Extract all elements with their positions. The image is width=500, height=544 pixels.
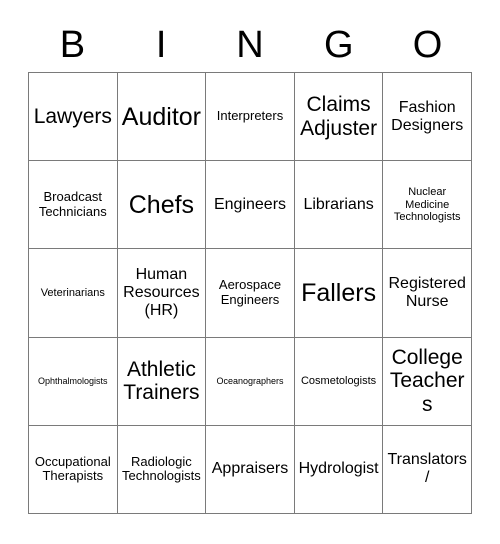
bingo-cell[interactable]: Claims Adjuster [294, 73, 384, 162]
bingo-cell[interactable]: Cosmetologists [294, 337, 384, 426]
bingo-cell-label: Fashion Designers [391, 98, 464, 134]
bingo-card: B I N G O Lawyers Auditor Interpreters Claims A… [0, 0, 500, 544]
bingo-cell[interactable]: Librarians [294, 161, 384, 250]
bingo-header-letter-b: B [59, 24, 86, 66]
bingo-header-letter-g: G [324, 24, 354, 66]
bingo-cell[interactable]: Engineers [206, 161, 295, 250]
bingo-cell-label: Engineers [213, 195, 287, 213]
bingo-cell[interactable]: Radiologic Technologists [117, 425, 207, 514]
bingo-cell[interactable]: Human Resources (HR) [117, 249, 207, 338]
bingo-cell[interactable]: Athletic Trainers [117, 337, 207, 426]
bingo-cell-label: Occupational Therapists [34, 453, 111, 484]
bingo-cell-label: Fallers [301, 278, 377, 307]
bingo-cell-label: Oceanographers [216, 376, 284, 387]
bingo-cell-label: Radiologic Technologists [122, 453, 201, 484]
bingo-cell-label: Cosmetologists [300, 375, 377, 388]
bingo-cell[interactable]: Aerospace Engineers [206, 249, 295, 338]
bingo-cell-label: College Teachers [389, 345, 465, 416]
bingo-cell-label: Ophthalmologists [38, 376, 108, 387]
bingo-cell[interactable]: Veterinarians [29, 249, 118, 338]
bingo-cell[interactable]: Occupational Therapists [29, 425, 118, 514]
bingo-cell-label: Translators/ [387, 451, 467, 487]
bingo-cell[interactable]: Oceanographers [206, 337, 295, 426]
bingo-cell[interactable]: Translators/ [383, 425, 472, 514]
bingo-cell-label: Auditor [121, 102, 201, 131]
bingo-cell-label: Registered Nurse [388, 275, 466, 310]
bingo-cell-label: Chefs [128, 190, 195, 219]
bingo-cell[interactable]: Nuclear Medicine Technologists [383, 161, 472, 250]
bingo-cell[interactable]: Chefs [117, 161, 207, 250]
bingo-grid: Lawyers Auditor Interpreters Claims Adjuste… [28, 72, 472, 514]
bingo-header-letter-n: N [236, 24, 264, 66]
bingo-header-letter-o: O [412, 24, 443, 66]
bingo-cell[interactable]: Lawyers [29, 73, 118, 162]
bingo-cell-label: Claims Adjuster [300, 93, 378, 140]
bingo-cell-label: Hydrologist [298, 460, 379, 478]
bingo-cell-label: Librarians [303, 195, 374, 213]
bingo-cell-label: Lawyers [33, 104, 112, 128]
bingo-cell[interactable]: College Teachers [383, 337, 472, 426]
bingo-cell-label: Broadcast Technicians [38, 189, 107, 219]
bingo-cell-label: Athletic Trainers [123, 357, 200, 405]
bingo-cell[interactable]: Registered Nurse [383, 249, 472, 338]
bingo-cell[interactable]: Ophthalmologists [29, 337, 118, 426]
bingo-cell[interactable]: Hydrologist [294, 425, 384, 514]
bingo-cell[interactable]: Broadcast Technicians [29, 161, 118, 250]
bingo-header-letter-i: I [155, 24, 167, 66]
bingo-cell[interactable]: Interpreters [206, 73, 295, 162]
bingo-cell[interactable]: Fallers [294, 249, 384, 338]
bingo-cell-label: Nuclear Medicine Technologists [393, 186, 461, 223]
bingo-header-row: BINGO [28, 18, 472, 72]
bingo-cell[interactable]: Auditor [117, 73, 207, 162]
bingo-cell-label: Human Resources (HR) [123, 266, 200, 319]
bingo-cell[interactable]: Fashion Designers [383, 73, 472, 162]
bingo-cell-label: Veterinarians [40, 286, 105, 299]
bingo-cell-label: Aerospace Engineers [218, 277, 282, 307]
bingo-cell-label: Interpreters [216, 108, 284, 124]
bingo-cell-label: Appraisers [211, 460, 289, 478]
bingo-cell[interactable]: Appraisers [206, 425, 295, 514]
